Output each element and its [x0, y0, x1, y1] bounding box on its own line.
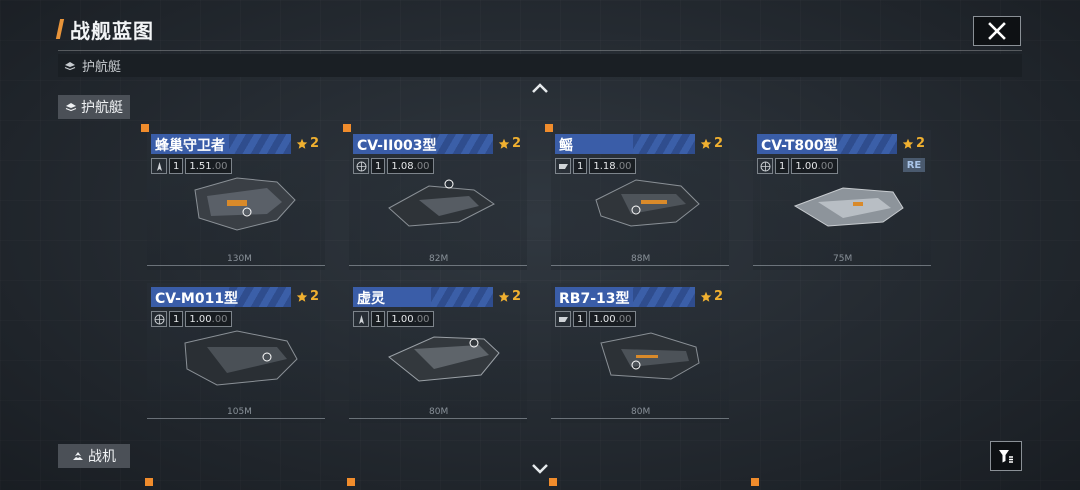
ship-name: CV-M011型 [155, 291, 239, 307]
ship-length: 82M [429, 254, 449, 264]
scroll-up-chevron[interactable] [530, 80, 550, 94]
ship-card[interactable]: CV-M011型 2 1 1.00.00 105M [147, 283, 325, 423]
globe-icon [757, 158, 773, 174]
star-badge: 2 [296, 289, 319, 304]
star-count: 2 [309, 289, 319, 304]
category-escort-button[interactable]: 护航艇 [58, 95, 130, 119]
ship-name: 蜂巢守卫者 [155, 138, 225, 154]
close-button[interactable] [973, 16, 1021, 46]
card-corner-marker [141, 124, 149, 132]
ship-name: RB7-13型 [559, 291, 630, 307]
star-badge-icon [498, 138, 510, 149]
section-header[interactable]: 护航艇 [58, 54, 1022, 77]
category-stack-icon [65, 103, 77, 112]
scale-baseline [147, 418, 325, 419]
ship-name: 虚灵 [357, 291, 385, 307]
ship-card[interactable]: CV-II003型 2 1 1.08.00 82M [343, 124, 527, 270]
section-label: 护航艇 [82, 60, 122, 75]
ship-card[interactable]: 鳐 2 1 1.18.00 88M [545, 124, 729, 270]
ship-card[interactable]: RB7-13型 2 1 1.00.00 80M [551, 283, 729, 423]
star-badge: 2 [902, 136, 925, 151]
section-stack-icon [64, 61, 76, 70]
ship-class-icon [151, 158, 167, 174]
ship-name-bar: CV-II003型 [353, 134, 493, 154]
title-divider [58, 50, 1022, 51]
ship-name-bar: CV-T800型 [757, 134, 897, 154]
title-accent-mark [55, 19, 65, 39]
star-count: 2 [713, 136, 723, 151]
ship-length: 80M [631, 407, 651, 417]
scale-baseline [349, 265, 527, 266]
star-badge-icon [700, 138, 712, 149]
scale-baseline [551, 418, 729, 419]
chevron-up-icon [532, 83, 548, 93]
star-badge: 2 [296, 136, 319, 151]
ship-name: 鳐 [559, 138, 573, 154]
scroll-down-chevron[interactable] [530, 460, 550, 474]
card-corner-marker [545, 124, 553, 132]
page-title-bar: 战舰蓝图 [55, 14, 154, 44]
close-icon [988, 22, 1006, 40]
category-fighter-label: 战机 [88, 449, 116, 465]
ship-image [600, 332, 700, 380]
star-badge-icon [296, 291, 308, 302]
card-corner-marker [347, 478, 355, 486]
card-corner-marker [343, 124, 351, 132]
scale-baseline [551, 265, 729, 266]
fighter-icon [73, 452, 83, 460]
star-badge: 2 [498, 136, 521, 151]
ship-name: CV-T800型 [761, 138, 838, 154]
scale-baseline [753, 265, 931, 266]
category-fighter-button[interactable]: 战机 [58, 444, 130, 468]
filter-button[interactable] [990, 441, 1022, 471]
ship-image [388, 179, 495, 227]
ship-length: 80M [429, 407, 449, 417]
star-count: 2 [713, 289, 723, 304]
ship-image [184, 330, 298, 386]
star-badge: 2 [700, 136, 723, 151]
faction-icon [555, 311, 571, 327]
page-title: 战舰蓝图 [70, 18, 154, 43]
star-count: 2 [309, 136, 319, 151]
scale-baseline [349, 418, 527, 419]
ship-name-bar: CV-M011型 [151, 287, 291, 307]
ship-name-bar: RB7-13型 [555, 287, 695, 307]
ship-length: 88M [631, 254, 651, 264]
chevron-down-icon [532, 464, 548, 474]
card-corner-marker [751, 478, 759, 486]
star-count: 2 [511, 136, 521, 151]
card-corner-marker [145, 478, 153, 486]
globe-icon [151, 311, 167, 327]
star-badge-icon [700, 291, 712, 302]
star-count: 2 [511, 289, 521, 304]
ship-length: 130M [227, 254, 252, 264]
ship-length: 75M [833, 254, 853, 264]
category-escort-label: 护航艇 [81, 100, 123, 116]
ship-name: CV-II003型 [357, 138, 437, 154]
ship-name-bar: 蜂巢守卫者 [151, 134, 291, 154]
faction-icon [555, 158, 571, 174]
ship-card[interactable]: 蜂巢守卫者 2 1 1.51.00 130M [141, 124, 325, 270]
ship-class-icon [353, 311, 369, 327]
ship-image [595, 179, 700, 227]
star-badge: 2 [700, 289, 723, 304]
star-count: 2 [915, 136, 925, 151]
ship-card[interactable]: 虚灵 2 1 1.00.00 80M [349, 283, 527, 423]
card-corner-marker [549, 478, 557, 486]
scale-baseline [147, 265, 325, 266]
star-badge-icon [902, 138, 914, 149]
ship-image [194, 177, 296, 231]
globe-icon [353, 158, 369, 174]
star-badge-icon [296, 138, 308, 149]
ship-image [793, 187, 904, 227]
filter-icon [999, 450, 1013, 463]
ship-name-bar: 鳐 [555, 134, 695, 154]
ship-image [388, 336, 500, 382]
ship-card[interactable]: CV-T800型 2 1 1.00.00 RE 75M [753, 130, 931, 270]
ship-name-bar: 虚灵 [353, 287, 493, 307]
ship-length: 105M [227, 407, 252, 417]
star-badge-icon [498, 291, 510, 302]
star-badge: 2 [498, 289, 521, 304]
